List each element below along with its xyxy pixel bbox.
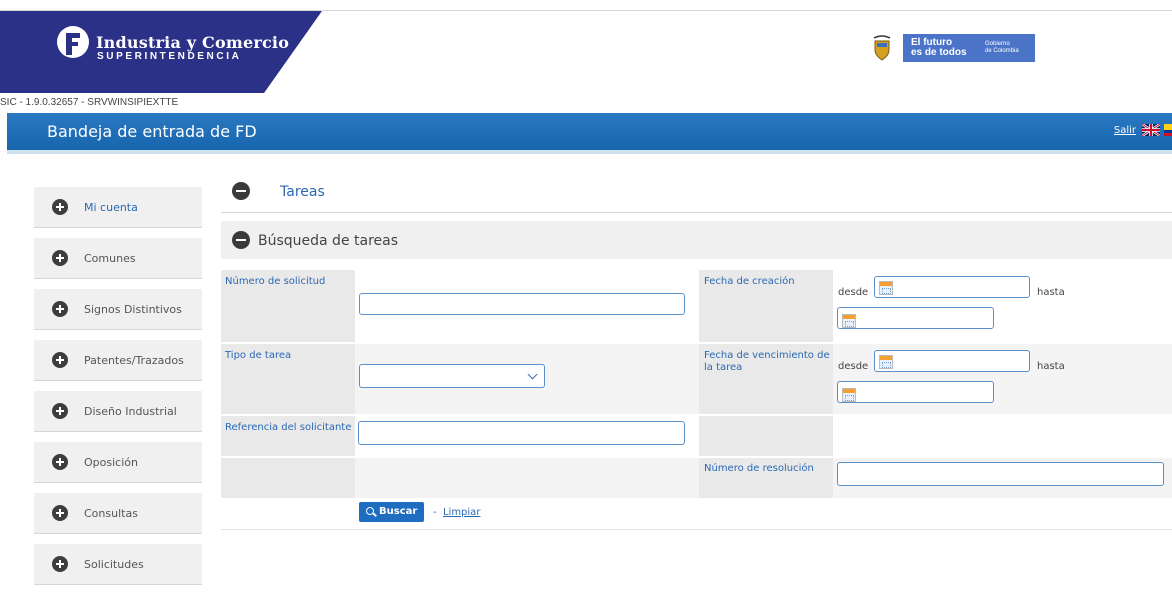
label-cell: Fecha de vencimiento de la tarea [699, 344, 833, 414]
collapse-icon[interactable] [232, 182, 250, 200]
gov-line3: Gobierno [985, 41, 1010, 47]
referencia-input[interactable] [358, 421, 685, 445]
sidebar-item-consultas[interactable]: Consultas [34, 493, 202, 534]
plus-icon [52, 352, 68, 368]
search-title: Búsqueda de tareas [258, 233, 399, 249]
buscar-label: Buscar [379, 506, 418, 517]
label-cell: Número de solicitud [221, 270, 355, 342]
numero-resolucion-label: Número de resolución [704, 463, 814, 474]
fecha-vencimiento-hasta-input[interactable] [837, 381, 994, 403]
plus-icon [52, 505, 68, 521]
page-title: Bandeja de entrada de FD [47, 122, 257, 141]
gov-line2: es de todos [911, 47, 967, 58]
sidebar-item-diseno-industrial[interactable]: Diseño Industrial [34, 391, 202, 432]
sidebar-item-oposicion[interactable]: Oposición [34, 442, 202, 483]
numero-solicitud-label: Número de solicitud [225, 276, 326, 287]
numero-solicitud-input[interactable] [359, 293, 685, 315]
search-section-header[interactable]: Búsqueda de tareas [221, 221, 1172, 259]
numero-resolucion-input[interactable] [837, 462, 1164, 486]
collapse-icon[interactable] [232, 231, 250, 249]
plus-icon [52, 250, 68, 266]
label-cell: Número de resolución [699, 458, 833, 498]
label-cell [221, 458, 355, 498]
plus-icon [52, 454, 68, 470]
plus-icon [52, 556, 68, 572]
uk-flag-icon[interactable] [1142, 124, 1160, 136]
sidebar-item-comunes[interactable]: Comunes [34, 238, 202, 279]
plus-icon [52, 199, 68, 215]
desde-label: desde [838, 287, 869, 298]
fecha-creacion-label: Fecha de creación [704, 276, 795, 287]
logout-link[interactable]: Salir [1114, 125, 1136, 136]
fecha-creacion-hasta-input[interactable] [837, 307, 994, 329]
sidebar-item-label: Comunes [84, 252, 136, 265]
label-cell: Referencia del solicitante [221, 416, 355, 456]
sic-logo-icon [57, 26, 89, 58]
section-title: Tareas [280, 184, 325, 200]
title-bar: Bandeja de entrada de FD Salir [7, 113, 1172, 150]
label-cell: Tipo de tarea [221, 344, 355, 414]
sidebar-item-mi-cuenta[interactable]: Mi cuenta [34, 187, 202, 228]
sidebar-item-solicitudes[interactable]: Solicitudes [34, 544, 202, 585]
separator: - [433, 507, 437, 518]
sidebar-item-label: Solicitudes [84, 558, 144, 571]
limpiar-wrapper: - Limpiar [433, 507, 480, 518]
sidebar-item-label: Signos Distintivos [84, 303, 182, 316]
desde-label: desde [838, 361, 869, 372]
sidebar-item-label: Oposición [84, 456, 138, 469]
search-icon [366, 507, 374, 515]
hasta-label: hasta [1037, 287, 1065, 298]
referencia-label: Referencia del solicitante [225, 422, 352, 433]
top-strip [0, 0, 1172, 11]
fecha-vencimiento-desde-input[interactable] [874, 350, 1030, 372]
version-label: SIC - 1.9.0.32657 - SRVWINSIPIEXTTE [0, 97, 179, 108]
calendar-icon[interactable] [842, 388, 856, 402]
buscar-button[interactable]: Buscar [359, 502, 424, 522]
brand-subtitle: SUPERINTENDENCIA [97, 51, 242, 62]
gov-box: El futuro es de todos Gobierno de Colomb… [903, 34, 1035, 62]
gov-line4: de Colombia [985, 48, 1019, 54]
colombia-flag-icon[interactable] [1164, 124, 1172, 136]
tipo-tarea-select[interactable] [359, 364, 545, 388]
tareas-section-header[interactable]: Tareas [221, 170, 1172, 213]
limpiar-link[interactable]: Limpiar [443, 507, 480, 518]
row-background [355, 458, 699, 498]
plus-icon [52, 301, 68, 317]
brand-banner: Industria y Comercio SUPERINTENDENCIA [0, 11, 322, 93]
sidebar-item-label: Patentes/Trazados [84, 354, 184, 367]
chevron-down-icon [527, 369, 538, 380]
title-bar-underline [7, 150, 1172, 154]
sidebar: Mi cuenta Comunes Signos Distintivos Pat… [34, 187, 202, 595]
fecha-creacion-desde-input[interactable] [874, 276, 1030, 298]
sidebar-item-patentes-trazados[interactable]: Patentes/Trazados [34, 340, 202, 381]
gov-colombia-logo: El futuro es de todos Gobierno de Colomb… [872, 34, 1035, 62]
calendar-icon[interactable] [842, 314, 856, 328]
sidebar-item-label: Diseño Industrial [84, 405, 177, 418]
brand-title: Industria y Comercio [96, 33, 290, 52]
coat-of-arms-icon [873, 35, 891, 61]
label-cell: Fecha de creación [699, 270, 833, 342]
label-cell [699, 416, 833, 456]
tipo-tarea-label: Tipo de tarea [225, 350, 292, 361]
sidebar-item-signos-distintivos[interactable]: Signos Distintivos [34, 289, 202, 330]
fecha-vencimiento-label: Fecha de vencimiento de la tarea [704, 350, 830, 373]
calendar-icon[interactable] [879, 281, 893, 295]
plus-icon [52, 403, 68, 419]
hasta-label: hasta [1037, 361, 1065, 372]
calendar-icon[interactable] [879, 355, 893, 369]
sidebar-item-label: Consultas [84, 507, 138, 520]
sidebar-item-label: Mi cuenta [84, 201, 138, 214]
